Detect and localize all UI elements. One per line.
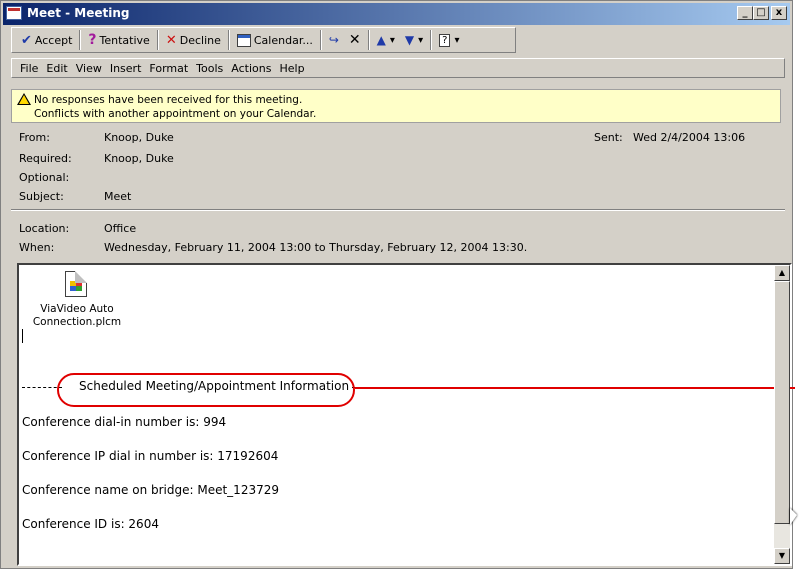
optional-label: Optional: [19, 171, 70, 184]
minimize-button[interactable]: _ [737, 6, 753, 20]
menu-insert[interactable]: Insert [106, 62, 146, 75]
help-dropdown-arrow[interactable]: ▾ [454, 35, 459, 46]
vertical-scrollbar[interactable]: ▲ ▼ [774, 265, 790, 564]
response-toolbar: ✔ Accept ? Tentative ✕ Decline Calendar.… [11, 27, 516, 53]
ip-dial-number: Conference IP dial in number is: 1719260… [22, 449, 279, 463]
divider-dashes-left [22, 387, 62, 388]
toolbar-separator [79, 30, 82, 50]
sent-value: Wed 2/4/2004 13:06 [633, 131, 746, 144]
required-label: Required: [19, 152, 72, 165]
up-arrow-icon: ▲ [376, 33, 386, 47]
calendar-app-icon [6, 6, 22, 20]
close-button[interactable]: x [771, 6, 787, 20]
required-value: Knoop, Duke [104, 152, 174, 165]
from-label: From: [19, 131, 50, 144]
message-body[interactable]: ViaVideo Auto Connection.plcm Scheduled … [17, 263, 795, 566]
when-value: Wednesday, February 11, 2004 13:00 to Th… [104, 241, 528, 254]
help-button[interactable]: ? ▾ [434, 29, 464, 51]
highlight-circle [57, 373, 355, 407]
toolbar-separator [430, 30, 433, 50]
previous-dropdown-arrow[interactable]: ▾ [390, 35, 395, 46]
bridge-name: Conference name on bridge: Meet_123729 [22, 483, 279, 497]
menu-help[interactable]: Help [275, 62, 308, 75]
warning-icon [17, 93, 31, 105]
down-arrow-icon: ▼ [404, 33, 415, 47]
attachment-name[interactable]: ViaVideo Auto Connection.plcm [25, 303, 129, 329]
previous-item-button[interactable]: ▲ ▾ [372, 29, 400, 51]
toolbar-separator [319, 30, 322, 50]
decline-x-icon: ✕ [165, 32, 177, 48]
info-bar: No responses have been received for this… [11, 89, 781, 123]
conference-id: Conference ID is: 2604 [22, 517, 159, 531]
calendar-button[interactable]: Calendar... [232, 29, 318, 51]
accept-button[interactable]: ✔ Accept [16, 29, 77, 51]
location-label: Location: [19, 222, 70, 235]
scroll-up-button[interactable]: ▲ [774, 265, 790, 281]
text-caret [22, 329, 23, 343]
check-icon: ✔ [21, 32, 32, 48]
scroll-down-button[interactable]: ▼ [774, 548, 790, 564]
tentative-button[interactable]: ? Tentative [83, 29, 154, 51]
maximize-button[interactable]: □ [753, 6, 769, 20]
mouse-pointer-icon [790, 508, 797, 525]
attachment-file-icon[interactable] [65, 271, 87, 297]
window-controls: _ □ x [737, 6, 787, 20]
location-value: Office [104, 222, 137, 235]
decline-label: Decline [179, 33, 221, 47]
calendar-label: Calendar... [253, 33, 313, 47]
title-bar[interactable]: Meet - Meeting _ □ x [3, 3, 790, 25]
scroll-thumb[interactable] [774, 281, 790, 524]
forward-icon: ↪ [328, 33, 339, 47]
menu-view[interactable]: View [72, 62, 106, 75]
accept-label: Accept [34, 33, 73, 47]
delete-icon: ✕ [348, 32, 361, 48]
decline-button[interactable]: ✕ Decline [161, 29, 226, 51]
toolbar-separator [227, 30, 230, 50]
dial-in-number: Conference dial-in number is: 994 [22, 415, 227, 429]
next-dropdown-arrow[interactable]: ▾ [418, 35, 423, 46]
window-title: Meet - Meeting [27, 6, 130, 20]
toolbar-separator [156, 30, 159, 50]
question-icon: ? [88, 32, 97, 48]
menu-tools[interactable]: Tools [192, 62, 227, 75]
calendar-icon [236, 33, 251, 47]
help-icon: ? [439, 33, 451, 47]
menu-edit[interactable]: Edit [42, 62, 71, 75]
sent-label: Sent: [594, 131, 623, 144]
when-label: When: [19, 241, 55, 254]
menu-bar: File Edit View Insert Format Tools Actio… [11, 58, 785, 78]
info-no-responses: No responses have been received for this… [34, 94, 303, 106]
menu-file[interactable]: File [16, 62, 42, 75]
from-value: Knoop, Duke [104, 131, 174, 144]
menu-format[interactable]: Format [145, 62, 192, 75]
delete-button[interactable]: ✕ [344, 29, 366, 51]
subject-value: Meet [104, 190, 132, 203]
meeting-window: Meet - Meeting _ □ x ✔ Accept ? Tentativ… [0, 0, 795, 569]
info-conflict: Conflicts with another appointment on yo… [34, 108, 317, 120]
tentative-label: Tentative [99, 33, 150, 47]
forward-button[interactable]: ↪ [324, 29, 344, 51]
toolbar-separator [367, 30, 370, 50]
next-item-button[interactable]: ▼ ▾ [400, 29, 428, 51]
subject-label: Subject: [19, 190, 64, 203]
highlight-callout-line [355, 387, 795, 389]
header-divider [11, 209, 785, 211]
menu-actions[interactable]: Actions [227, 62, 275, 75]
